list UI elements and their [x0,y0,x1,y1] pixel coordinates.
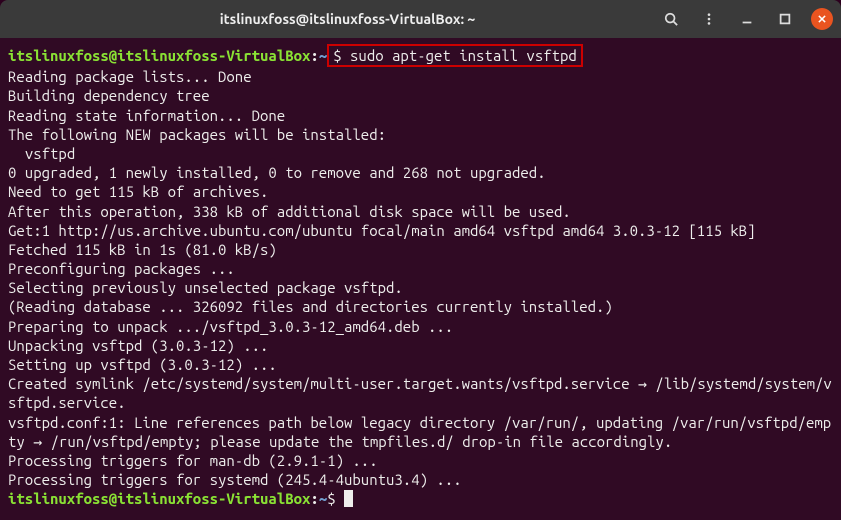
window-title: itslinuxfoss@itslinuxfoss-VirtualBox: ~ [44,11,651,27]
output-line: The following NEW packages will be insta… [8,125,833,144]
output-line: Setting up vsftpd (3.0.3-12) ... [8,355,833,374]
output-line: Created symlink /etc/systemd/system/mult… [8,374,833,412]
output-line: (Reading database ... 326092 files and d… [8,297,833,316]
output-line: After this operation, 338 kB of addition… [8,202,833,221]
output-line: vsftpd.conf:1: Line references path belo… [8,413,833,451]
output-line: Reading state information... Done [8,106,833,125]
output-line: Preparing to unpack .../vsftpd_3.0.3-12_… [8,317,833,336]
output-line: Unpacking vsftpd (3.0.3-12) ... [8,336,833,355]
prompt-colon: : [310,47,318,64]
maximize-button[interactable] [773,7,797,31]
command-highlight: $ sudo apt-get install vsftpd [327,44,583,67]
search-icon[interactable] [659,7,683,31]
output-line: Selecting previously unselected package … [8,278,833,297]
output-line: Reading package lists... Done [8,67,833,86]
titlebar-controls [659,7,833,31]
prompt-user-host: itslinuxfoss@itslinuxfoss-VirtualBox [8,47,310,64]
prompt-line: itslinuxfoss@itslinuxfoss-VirtualBox:~$ … [8,44,833,67]
output-line: vsftpd [8,144,833,163]
output-line: Building dependency tree [8,86,833,105]
prompt-dollar: $ [333,47,350,64]
prompt-dollar: $ [327,490,344,507]
close-button[interactable] [811,8,833,30]
output-line: 0 upgraded, 1 newly installed, 0 to remo… [8,163,833,182]
prompt-user-host: itslinuxfoss@itslinuxfoss-VirtualBox [8,490,310,507]
prompt-path: ~ [319,490,327,507]
output-line: Processing triggers for man-db (2.9.1-1)… [8,451,833,470]
cursor [344,490,353,507]
terminal-window: itslinuxfoss@itslinuxfoss-VirtualBox: ~ … [0,0,841,520]
menu-icon[interactable] [697,7,721,31]
command-text: sudo apt-get install vsftpd [350,47,577,64]
minimize-button[interactable] [735,7,759,31]
output-line: Processing triggers for systemd (245.4-4… [8,470,833,489]
output-line: Fetched 115 kB in 1s (81.0 kB/s) [8,240,833,259]
output-line: Need to get 115 kB of archives. [8,182,833,201]
prompt-colon: : [310,490,318,507]
titlebar[interactable]: itslinuxfoss@itslinuxfoss-VirtualBox: ~ [0,0,841,38]
output-line: Get:1 http://us.archive.ubuntu.com/ubunt… [8,221,833,240]
prompt-line-2: itslinuxfoss@itslinuxfoss-VirtualBox:~$ [8,489,833,508]
terminal-body[interactable]: itslinuxfoss@itslinuxfoss-VirtualBox:~$ … [0,38,841,520]
prompt-path: ~ [319,47,327,64]
output-line: Preconfiguring packages ... [8,259,833,278]
